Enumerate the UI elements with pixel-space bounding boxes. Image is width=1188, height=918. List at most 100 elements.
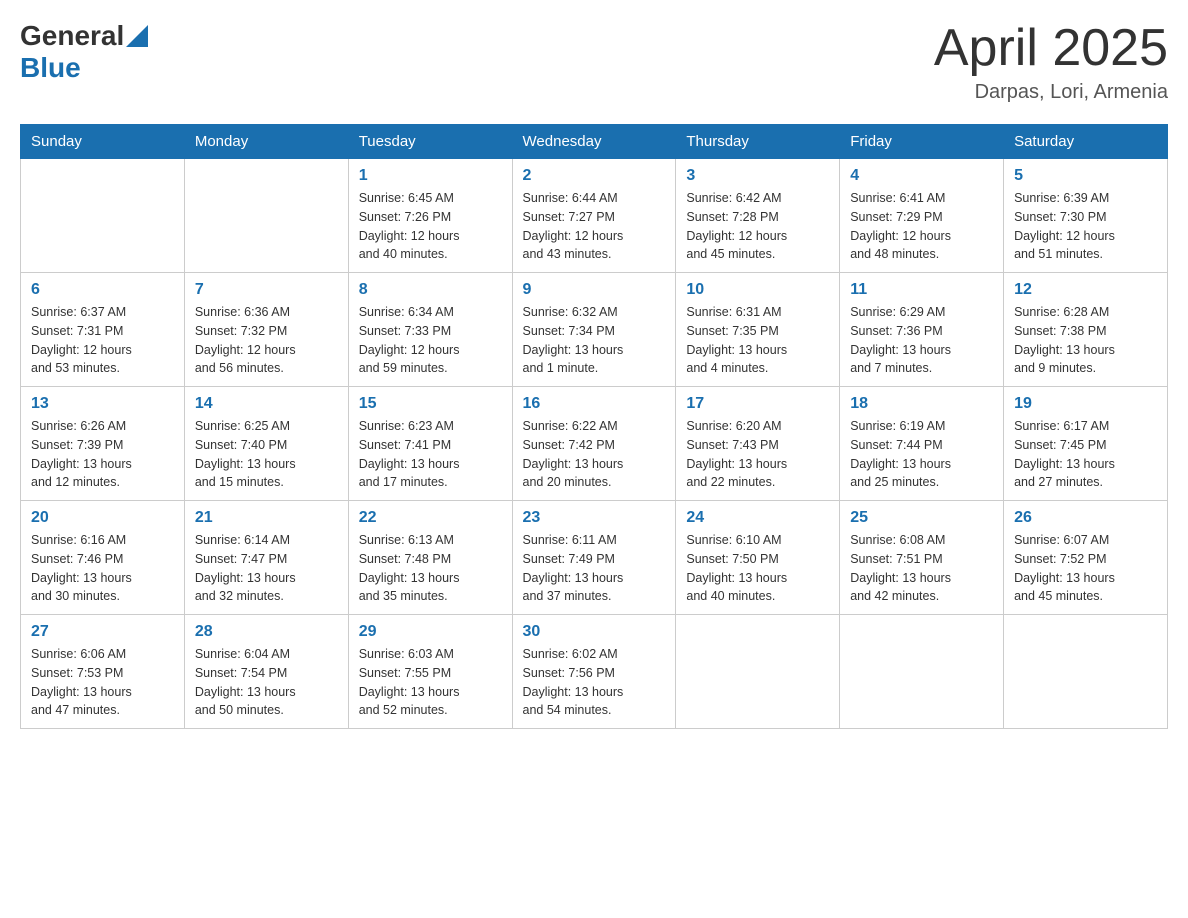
calendar-cell: 15 Sunrise: 6:23 AM Sunset: 7:41 PM Dayli… [348,387,512,501]
calendar-cell: 12Sunrise: 6:28 AM Sunset: 7:38 PM Dayli… [1004,273,1168,387]
day-info: Sunrise: 6:20 AM Sunset: 7:43 PM Dayligh… [686,417,829,492]
calendar-cell: 13Sunrise: 6:26 AM Sunset: 7:39 PM Dayli… [21,387,185,501]
day-info: Sunrise: 6:36 AM Sunset: 7:32 PM Dayligh… [195,303,338,378]
calendar-cell: 11 Sunrise: 6:29 AM Sunset: 7:36 PM Dayli… [840,273,1004,387]
calendar-week-row: 13Sunrise: 6:26 AM Sunset: 7:39 PM Dayli… [21,387,1168,501]
day-number: 2 [523,167,666,185]
day-info: Sunrise: 6:19 AM Sunset: 7:44 PM Dayligh… [850,417,993,492]
logo-triangle-icon [126,25,148,47]
calendar-cell: 23 Sunrise: 6:11 AM Sunset: 7:49 PM Dayli… [512,501,676,615]
calendar-header-saturday: Saturday [1004,125,1168,159]
day-number: 25 [850,509,993,527]
month-title: April 2025 [934,20,1168,77]
day-info: Sunrise: 6:04 AM Sunset: 7:54 PM Dayligh… [195,645,338,720]
calendar-week-row: 20 Sunrise: 6:16 AM Sunset: 7:46 PM Dayli… [21,501,1168,615]
logo-general-text: General [20,20,124,52]
calendar-cell: 6Sunrise: 6:37 AM Sunset: 7:31 PM Daylig… [21,273,185,387]
calendar-header-sunday: Sunday [21,125,185,159]
day-number: 29 [359,623,502,641]
day-info: Sunrise: 6:10 AM Sunset: 7:50 PM Dayligh… [686,531,829,606]
day-number: 20 [31,509,174,527]
calendar-cell: 1 Sunrise: 6:45 AM Sunset: 7:26 PM Daylig… [348,159,512,273]
day-info: Sunrise: 6:17 AM Sunset: 7:45 PM Dayligh… [1014,417,1157,492]
calendar-cell: 4 Sunrise: 6:41 AM Sunset: 7:29 PM Daylig… [840,159,1004,273]
day-number: 14 [195,395,338,413]
calendar-cell [840,615,1004,729]
calendar-cell: 26 Sunrise: 6:07 AM Sunset: 7:52 PM Dayli… [1004,501,1168,615]
day-info: Sunrise: 6:07 AM Sunset: 7:52 PM Dayligh… [1014,531,1157,606]
day-info: Sunrise: 6:23 AM Sunset: 7:41 PM Dayligh… [359,417,502,492]
calendar-cell: 29Sunrise: 6:03 AM Sunset: 7:55 PM Dayli… [348,615,512,729]
calendar-cell: 27Sunrise: 6:06 AM Sunset: 7:53 PM Dayli… [21,615,185,729]
day-number: 28 [195,623,338,641]
calendar-header-row: SundayMondayTuesdayWednesdayThursdayFrid… [21,125,1168,159]
calendar-cell: 7 Sunrise: 6:36 AM Sunset: 7:32 PM Daylig… [184,273,348,387]
day-number: 1 [359,167,502,185]
day-info: Sunrise: 6:42 AM Sunset: 7:28 PM Dayligh… [686,189,829,264]
day-info: Sunrise: 6:06 AM Sunset: 7:53 PM Dayligh… [31,645,174,720]
page-header: General Blue April 2025 Darpas, Lori, Ar… [20,20,1168,104]
calendar-cell: 19 Sunrise: 6:17 AM Sunset: 7:45 PM Dayli… [1004,387,1168,501]
day-number: 3 [686,167,829,185]
day-info: Sunrise: 6:02 AM Sunset: 7:56 PM Dayligh… [523,645,666,720]
day-number: 23 [523,509,666,527]
day-number: 30 [523,623,666,641]
day-number: 12 [1014,281,1157,299]
day-number: 6 [31,281,174,299]
calendar-week-row: 1 Sunrise: 6:45 AM Sunset: 7:26 PM Daylig… [21,159,1168,273]
calendar-cell: 21 Sunrise: 6:14 AM Sunset: 7:47 PM Dayli… [184,501,348,615]
day-number: 19 [1014,395,1157,413]
logo: General Blue [20,20,148,84]
day-number: 26 [1014,509,1157,527]
calendar-week-row: 27Sunrise: 6:06 AM Sunset: 7:53 PM Dayli… [21,615,1168,729]
logo-blue-text: Blue [20,52,81,84]
calendar-week-row: 6Sunrise: 6:37 AM Sunset: 7:31 PM Daylig… [21,273,1168,387]
day-info: Sunrise: 6:32 AM Sunset: 7:34 PM Dayligh… [523,303,666,378]
day-info: Sunrise: 6:31 AM Sunset: 7:35 PM Dayligh… [686,303,829,378]
calendar-header-wednesday: Wednesday [512,125,676,159]
calendar-cell [1004,615,1168,729]
calendar-cell: 18 Sunrise: 6:19 AM Sunset: 7:44 PM Dayli… [840,387,1004,501]
calendar-cell: 9 Sunrise: 6:32 AM Sunset: 7:34 PM Daylig… [512,273,676,387]
day-number: 18 [850,395,993,413]
calendar-table: SundayMondayTuesdayWednesdayThursdayFrid… [20,124,1168,729]
day-info: Sunrise: 6:16 AM Sunset: 7:46 PM Dayligh… [31,531,174,606]
calendar-cell: 28 Sunrise: 6:04 AM Sunset: 7:54 PM Dayli… [184,615,348,729]
day-number: 22 [359,509,502,527]
day-number: 21 [195,509,338,527]
calendar-cell: 30 Sunrise: 6:02 AM Sunset: 7:56 PM Dayli… [512,615,676,729]
day-info: Sunrise: 6:45 AM Sunset: 7:26 PM Dayligh… [359,189,502,264]
day-info: Sunrise: 6:22 AM Sunset: 7:42 PM Dayligh… [523,417,666,492]
day-info: Sunrise: 6:29 AM Sunset: 7:36 PM Dayligh… [850,303,993,378]
day-info: Sunrise: 6:41 AM Sunset: 7:29 PM Dayligh… [850,189,993,264]
day-info: Sunrise: 6:25 AM Sunset: 7:40 PM Dayligh… [195,417,338,492]
day-number: 11 [850,281,993,299]
day-number: 17 [686,395,829,413]
calendar-cell: 5Sunrise: 6:39 AM Sunset: 7:30 PM Daylig… [1004,159,1168,273]
day-info: Sunrise: 6:13 AM Sunset: 7:48 PM Dayligh… [359,531,502,606]
calendar-cell: 10 Sunrise: 6:31 AM Sunset: 7:35 PM Dayli… [676,273,840,387]
calendar-cell: 24Sunrise: 6:10 AM Sunset: 7:50 PM Dayli… [676,501,840,615]
calendar-cell [184,159,348,273]
day-number: 7 [195,281,338,299]
day-number: 9 [523,281,666,299]
calendar-header-monday: Monday [184,125,348,159]
location-subtitle: Darpas, Lori, Armenia [934,81,1168,104]
day-info: Sunrise: 6:11 AM Sunset: 7:49 PM Dayligh… [523,531,666,606]
day-info: Sunrise: 6:14 AM Sunset: 7:47 PM Dayligh… [195,531,338,606]
day-number: 16 [523,395,666,413]
calendar-cell: 14 Sunrise: 6:25 AM Sunset: 7:40 PM Dayli… [184,387,348,501]
calendar-cell: 20 Sunrise: 6:16 AM Sunset: 7:46 PM Dayli… [21,501,185,615]
day-number: 13 [31,395,174,413]
day-number: 4 [850,167,993,185]
calendar-cell: 25Sunrise: 6:08 AM Sunset: 7:51 PM Dayli… [840,501,1004,615]
day-info: Sunrise: 6:34 AM Sunset: 7:33 PM Dayligh… [359,303,502,378]
calendar-cell [21,159,185,273]
day-number: 15 [359,395,502,413]
calendar-cell: 17 Sunrise: 6:20 AM Sunset: 7:43 PM Dayli… [676,387,840,501]
title-area: April 2025 Darpas, Lori, Armenia [934,20,1168,104]
day-number: 8 [359,281,502,299]
day-number: 10 [686,281,829,299]
calendar-cell [676,615,840,729]
calendar-cell: 8 Sunrise: 6:34 AM Sunset: 7:33 PM Daylig… [348,273,512,387]
